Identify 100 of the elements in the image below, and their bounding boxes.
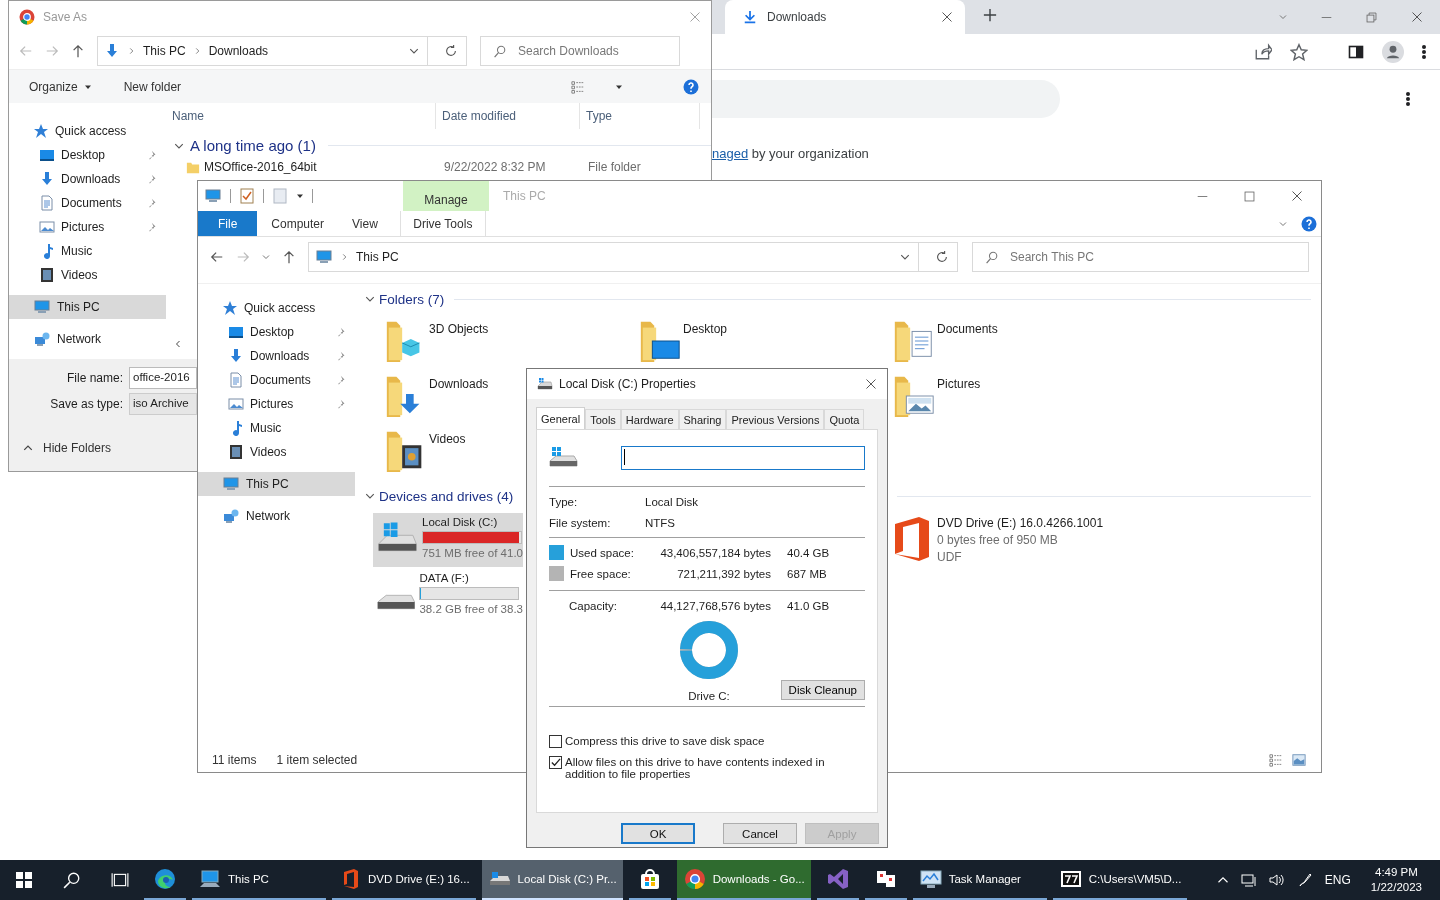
taskbar-button[interactable]: DVD Drive (E:) 16...	[332, 860, 476, 900]
drive-item[interactable]: DVD Drive (E:) 16.0.4266.1001 0 bytes free of 950 MB UDF	[889, 513, 1143, 567]
nav-item[interactable]: Downloads	[198, 344, 355, 368]
nav-item[interactable]: Documents	[198, 368, 355, 392]
back-arrow-icon[interactable]	[210, 250, 224, 264]
close-icon[interactable]	[1291, 190, 1303, 202]
restore-icon[interactable]	[1366, 11, 1377, 23]
drive-item[interactable]: DATA (F:) 38.2 GB free of 38.3	[373, 569, 523, 623]
refresh-icon[interactable]	[444, 44, 458, 58]
section-header[interactable]: Devices and drives (4)	[379, 488, 514, 504]
taskbar-button[interactable]: Downloads - Go...	[676, 860, 811, 900]
checkbox-label[interactable]: Allow files on this drive to have contents indexed in addition to file properties	[565, 756, 865, 780]
taskbar-button[interactable]: Local Disk (C:) Pr...	[481, 860, 623, 900]
nav-item[interactable]: Desktop	[198, 320, 355, 344]
chevron-down-icon[interactable]	[900, 252, 910, 262]
bookmark-star-icon[interactable]	[1290, 42, 1308, 61]
taskbar-button[interactable]: C:\Users\VM5\D...	[1052, 860, 1188, 900]
chevron-down-icon[interactable]	[409, 46, 419, 56]
dialog-tab[interactable]: Sharing	[678, 409, 727, 429]
browser-tab[interactable]: Downloads	[725, 0, 965, 34]
address-bar[interactable]: This PC	[308, 242, 958, 272]
search-field[interactable]: Search Downloads	[480, 36, 680, 66]
up-arrow-icon[interactable]	[282, 250, 296, 264]
chevron-left-icon[interactable]	[174, 339, 182, 349]
nav-item[interactable]: Music	[198, 416, 355, 440]
disk-cleanup-button[interactable]: Disk Cleanup	[780, 680, 865, 700]
clock[interactable]: 4:49 PM 1/22/2023	[1362, 865, 1430, 895]
profile-icon[interactable]	[1382, 40, 1404, 63]
refresh-icon[interactable]	[935, 250, 949, 264]
group-header[interactable]: A long time ago (1)	[190, 137, 316, 154]
taskbar-button[interactable]: This PC	[192, 860, 326, 900]
folder-name[interactable]: Videos	[429, 428, 466, 446]
dialog-tab[interactable]: General	[536, 407, 586, 429]
network-icon[interactable]	[1240, 872, 1257, 888]
large-icons-view-icon[interactable]	[1291, 753, 1307, 767]
nav-item[interactable]: Downloads	[9, 167, 166, 191]
nav-item[interactable]: Network	[9, 327, 166, 351]
ribbon-tab[interactable]: View	[338, 211, 392, 236]
chevron-down-icon[interactable]	[365, 294, 375, 304]
section-header[interactable]: Folders (7)	[379, 291, 445, 307]
nav-item[interactable]: Documents	[9, 191, 166, 215]
nav-item[interactable]: Quick access	[198, 296, 355, 320]
nav-item[interactable]: Videos	[9, 263, 166, 287]
column-header[interactable]: Name	[166, 103, 436, 129]
search-field[interactable]	[712, 80, 1060, 118]
nav-item[interactable]: Network	[198, 504, 355, 528]
checkbox-label[interactable]: Compress this drive to save disk space	[565, 735, 765, 747]
folder-name[interactable]: Pictures	[937, 373, 981, 391]
help-icon[interactable]	[1301, 215, 1317, 232]
dialog-tab[interactable]: Tools	[585, 409, 621, 429]
file-name[interactable]: MSOffice-2016_64bit	[204, 160, 444, 174]
drive-item[interactable]: Local Disk (C:) 751 MB free of 41.0	[373, 513, 523, 567]
column-header[interactable]: Type	[580, 103, 700, 129]
nav-item[interactable]: Quick access	[9, 119, 166, 143]
address-bar[interactable]: This PC Downloads	[97, 36, 467, 66]
more-options-icon[interactable]	[1422, 44, 1426, 59]
managed-link[interactable]: naged	[712, 146, 749, 161]
drive-name-field[interactable]	[621, 446, 865, 470]
search-field[interactable]: Search This PC	[972, 242, 1309, 272]
nav-item[interactable]: This PC	[198, 472, 355, 496]
language-indicator[interactable]: ENG	[1324, 873, 1351, 887]
close-icon[interactable]	[865, 378, 877, 390]
folder-name[interactable]: Downloads	[429, 373, 489, 391]
share-icon[interactable]	[1254, 42, 1272, 61]
checkbox[interactable]	[549, 756, 562, 769]
close-icon[interactable]	[1411, 11, 1423, 23]
view-options-icon[interactable]	[1267, 753, 1285, 767]
ribbon-tab[interactable]: Drive Tools	[399, 211, 486, 236]
dialog-tab[interactable]: Previous Versions	[726, 409, 825, 429]
organize-button[interactable]: Organize	[27, 77, 94, 96]
new-tab-icon[interactable]	[983, 8, 997, 22]
checkbox[interactable]	[549, 735, 562, 748]
up-arrow-icon[interactable]	[71, 44, 85, 58]
nav-item[interactable]: Desktop	[9, 143, 166, 167]
caret-icon[interactable]	[296, 192, 304, 200]
file-type-dropdown[interactable]: iso Archive	[129, 393, 197, 415]
nav-item[interactable]: Music	[9, 239, 166, 263]
dialog-button[interactable]: OK	[621, 823, 695, 844]
nav-item[interactable]: Pictures	[9, 215, 166, 239]
folder-name[interactable]: Documents	[937, 318, 998, 336]
close-icon[interactable]	[941, 11, 953, 23]
hide-folders-button[interactable]: Hide Folders	[21, 439, 114, 457]
folder-name[interactable]: 3D Objects	[429, 318, 489, 336]
taskbar-button[interactable]: Task Manager	[912, 860, 1047, 900]
properties-icon[interactable]	[239, 188, 255, 204]
dialog-tab[interactable]: Hardware	[620, 409, 679, 429]
side-panel-icon[interactable]	[1348, 43, 1364, 60]
new-folder-button[interactable]: New folder	[121, 77, 184, 96]
help-icon[interactable]	[683, 78, 699, 95]
nav-item[interactable]: Videos	[198, 440, 355, 464]
ribbon-tab[interactable]: Computer	[257, 211, 339, 236]
chevron-up-icon[interactable]	[23, 443, 33, 453]
file-name-field[interactable]: office-2016	[129, 367, 197, 389]
dialog-tab[interactable]: Quota	[824, 409, 865, 429]
volume-icon[interactable]	[1268, 872, 1285, 888]
nav-item[interactable]: This PC	[9, 295, 166, 319]
maximize-icon[interactable]	[1244, 190, 1255, 202]
folder-name[interactable]: Desktop	[683, 318, 728, 336]
view-options-icon[interactable]	[569, 79, 587, 94]
dialog-button[interactable]: Cancel	[723, 823, 797, 844]
